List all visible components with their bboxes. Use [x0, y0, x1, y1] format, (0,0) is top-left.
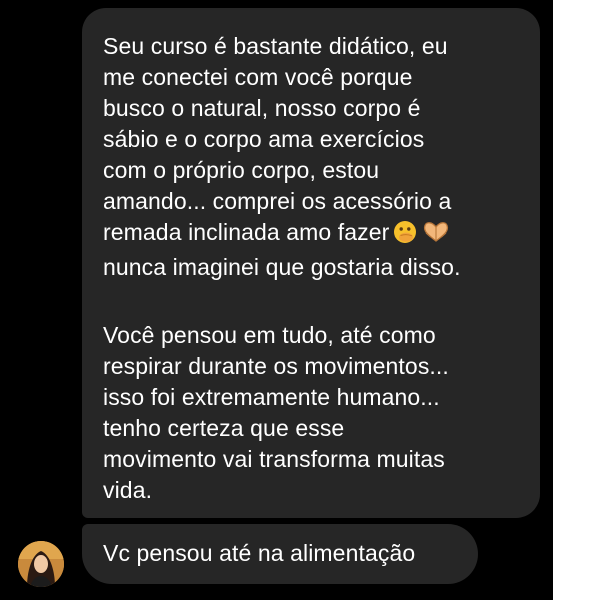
message-line-with-emojis: remada inclinada amo fazer [103, 217, 528, 252]
message-bubble-received[interactable]: Vc pensou até na alimentação [82, 524, 478, 584]
heart-hands-icon [421, 220, 451, 252]
message-line: Você pensou em tudo, até como [103, 322, 436, 348]
message-bubble-received[interactable]: Seu curso é bastante didático, eu me con… [82, 8, 540, 518]
message-line: busco o natural, nosso corpo é [103, 95, 421, 121]
message-line: tenho certeza que esse [103, 415, 345, 441]
message-line: vida. [103, 477, 153, 503]
message-line: respirar durante os movimentos... [103, 353, 449, 379]
message-line: nunca imaginei que gostaria disso. [103, 254, 461, 280]
message-line: Seu curso é bastante didático, eu [103, 33, 448, 59]
avatar[interactable] [18, 541, 64, 587]
message-line: sábio e o corpo ama exercícios [103, 126, 425, 152]
message-line: amando... comprei os acessório a [103, 188, 452, 214]
message-line-text: remada inclinada amo fazer [103, 219, 390, 245]
chat-screen: Seu curso é bastante didático, eu me con… [0, 0, 553, 600]
message-line: isso foi extremamente humano... [103, 384, 440, 410]
message-text: Vc pensou até na alimentação [103, 540, 416, 566]
message-line: me conectei com você porque [103, 64, 413, 90]
message-paragraph: Seu curso é bastante didático, eu me con… [103, 31, 528, 283]
message-paragraph: Você pensou em tudo, até como respirar d… [103, 320, 528, 506]
message-line: com o próprio corpo, estou [103, 157, 380, 183]
face-with-hand-over-mouth-icon [393, 220, 417, 252]
message-line: movimento vai transforma muitas [103, 446, 445, 472]
